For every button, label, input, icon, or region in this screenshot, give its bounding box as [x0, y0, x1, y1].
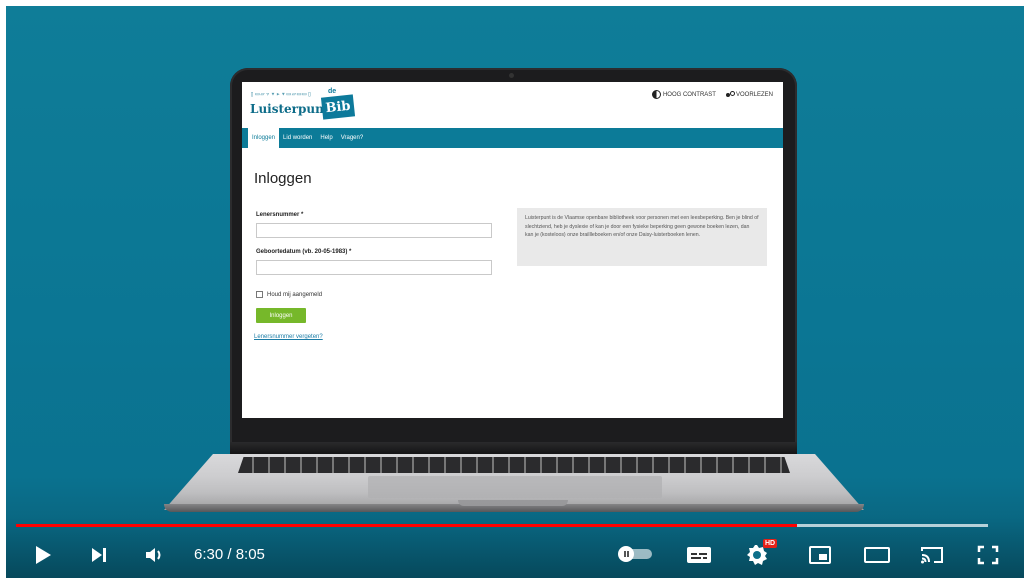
- nav-item-vragen[interactable]: Vragen?: [337, 128, 367, 148]
- time-display: 6:30 / 8:05: [194, 546, 265, 563]
- logo-name: Luisterpunt: [250, 102, 330, 116]
- contrast-icon: [651, 90, 661, 99]
- login-button[interactable]: Inloggen: [256, 308, 306, 323]
- progress-bar[interactable]: [16, 524, 988, 527]
- autoplay-toggle[interactable]: [618, 546, 654, 562]
- logo-de: de: [328, 88, 337, 95]
- logo-bib: Bib: [320, 94, 356, 120]
- pause-icon: [623, 551, 629, 557]
- miniplayer-icon: [809, 546, 831, 564]
- logo-braille: ▯▭▱▿▾▸▾▭▱▭▭▯: [250, 90, 313, 98]
- camera: [509, 73, 514, 78]
- play-button[interactable]: [28, 540, 58, 570]
- play-icon: [36, 546, 51, 564]
- progress-played: [16, 524, 798, 527]
- speaker-icon: [725, 91, 735, 98]
- subtitles-button[interactable]: [683, 540, 715, 570]
- read-aloud-label: VOORLEZEN: [735, 91, 773, 98]
- fullscreen-button[interactable]: [972, 540, 1004, 570]
- miniplayer-button[interactable]: [804, 540, 836, 570]
- nav-item-lid-worden[interactable]: Lid worden: [279, 128, 316, 148]
- hd-badge: HD: [763, 539, 778, 548]
- main-nav: Inloggen Lid worden Help Vragen?: [242, 128, 783, 148]
- site-header: ▯▭▱▿▾▸▾▭▱▭▭▯ Luisterpunt de Bib HOOG CON…: [242, 82, 783, 128]
- remember-me[interactable]: Houd mij aangemeld: [256, 291, 322, 298]
- cast-icon: [921, 547, 943, 564]
- remember-label: Houd mij aangemeld: [267, 291, 323, 298]
- info-box: Luisterpunt is de Vlaamse openbare bibli…: [517, 208, 767, 266]
- theater-button[interactable]: [860, 540, 894, 570]
- video-frame[interactable]: ▯▭▱▿▾▸▾▭▱▭▭▯ Luisterpunt de Bib HOOG CON…: [6, 6, 1024, 578]
- volume-button[interactable]: [140, 540, 170, 570]
- volume-icon: [146, 548, 161, 562]
- remember-checkbox[interactable]: [256, 291, 263, 298]
- nav-item-help[interactable]: Help: [316, 128, 336, 148]
- read-aloud-link[interactable]: VOORLEZEN: [725, 90, 773, 99]
- laptop-lid: ▯▭▱▿▾▸▾▭▱▭▭▯ Luisterpunt de Bib HOOG CON…: [230, 68, 797, 453]
- laptop-screen: ▯▭▱▿▾▸▾▭▱▭▭▯ Luisterpunt de Bib HOOG CON…: [242, 82, 783, 418]
- page-title: Inloggen: [254, 170, 312, 187]
- autoplay-knob: [618, 546, 634, 562]
- member-number-input[interactable]: [256, 223, 492, 238]
- next-icon: [92, 548, 106, 562]
- header-tools: HOOG CONTRAST VOORLEZEN: [651, 90, 773, 99]
- theater-icon: [864, 547, 890, 563]
- laptop-hinge: [230, 442, 797, 456]
- cast-button[interactable]: [916, 540, 948, 570]
- luisterpunt-logo: ▯▭▱▿▾▸▾▭▱▭▭▯ Luisterpunt de Bib: [250, 88, 360, 120]
- high-contrast-label: HOOG CONTRAST: [662, 91, 716, 98]
- birthdate-input[interactable]: [256, 260, 492, 275]
- birthdate-label: Geboortedatum (vb. 20-05-1983) *: [256, 249, 352, 255]
- forgot-number-link[interactable]: Lenersnummer vergeten?: [254, 334, 323, 340]
- nav-item-inloggen[interactable]: Inloggen: [248, 128, 280, 148]
- high-contrast-link[interactable]: HOOG CONTRAST: [651, 90, 716, 99]
- subtitles-icon: [687, 547, 711, 563]
- next-button[interactable]: [86, 540, 112, 570]
- keyboard: [238, 457, 790, 473]
- fullscreen-icon: [977, 545, 999, 565]
- member-number-label: Lenersnummer *: [256, 212, 304, 218]
